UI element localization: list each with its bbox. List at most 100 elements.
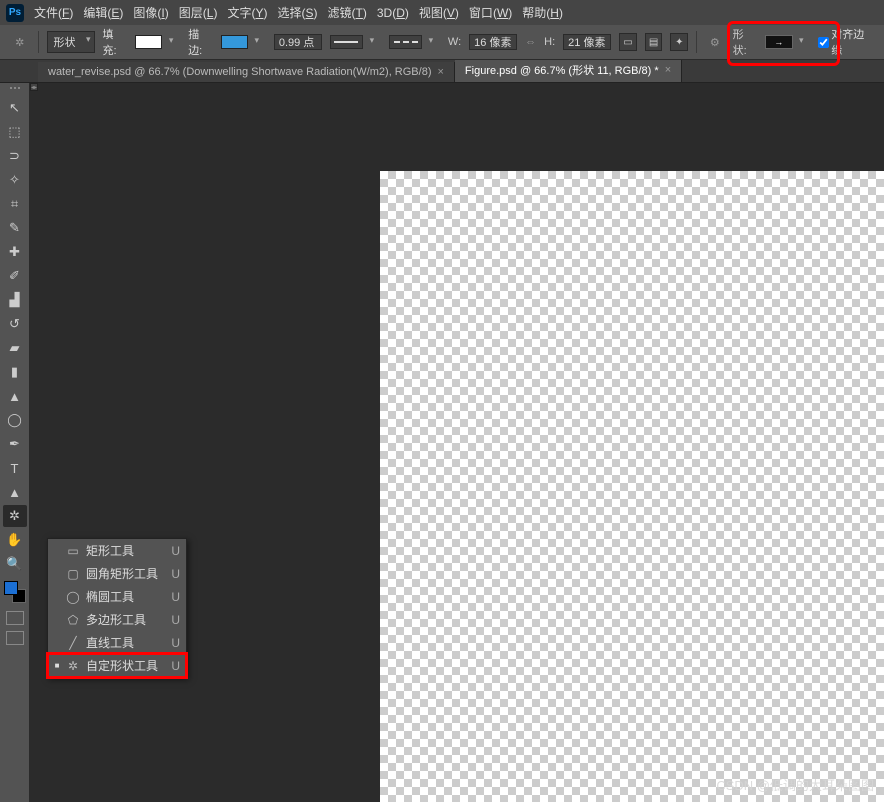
line-icon: ╱ — [66, 636, 80, 650]
stroke-dash-dropdown[interactable] — [389, 35, 422, 49]
color-swatches[interactable] — [4, 581, 26, 603]
flyout-label: 圆角矩形工具 — [86, 565, 165, 582]
tab-close-icon[interactable]: × — [437, 66, 443, 78]
move-tool[interactable]: ↖ — [3, 97, 27, 119]
flyout-shortcut: U — [171, 590, 180, 604]
flyout-label: 椭圆工具 — [86, 588, 165, 605]
custom-shape-icon: ✲ — [66, 659, 80, 673]
quick-mask-toggle[interactable] — [6, 611, 24, 625]
path-align-button[interactable]: ▭ — [619, 33, 637, 51]
menu-file[interactable]: 文件(F) — [34, 4, 73, 21]
polygon-icon: ⬠ — [66, 613, 80, 627]
flyout-custom-shape-tool[interactable]: ■✲ 自定形状工具 U — [48, 654, 186, 677]
flyout-rounded-rectangle-tool[interactable]: ▢ 圆角矩形工具 U — [48, 562, 186, 585]
menu-edit[interactable]: 编辑(E) — [83, 4, 123, 21]
flyout-shortcut: U — [171, 567, 180, 581]
flyout-polygon-tool[interactable]: ⬠ 多边形工具 U — [48, 608, 186, 631]
flyout-rectangle-tool[interactable]: ▭ 矩形工具 U — [48, 539, 186, 562]
tool-mode-dropdown[interactable]: 形状 — [47, 31, 95, 53]
foreground-color[interactable] — [4, 581, 18, 595]
menu-window[interactable]: 窗口(W) — [469, 4, 512, 21]
align-edges-checkbox[interactable]: 对齐边缘 — [818, 26, 874, 58]
zoom-tool[interactable]: 🔍 — [3, 553, 27, 575]
tab-title: water_revise.psd @ 66.7% (Downwelling Sh… — [48, 66, 431, 78]
height-label: H: — [544, 36, 555, 48]
tab-close-icon[interactable]: × — [665, 64, 671, 76]
stroke-label: 描边: — [188, 26, 212, 58]
document-canvas[interactable] — [380, 171, 884, 802]
document-tab-active[interactable]: Figure.psd @ 66.7% (形状 11, RGB/8) * × — [455, 58, 682, 82]
flyout-label: 多边形工具 — [86, 611, 165, 628]
link-wh-icon[interactable]: ⇔ — [525, 36, 536, 48]
document-tab[interactable]: water_revise.psd @ 66.7% (Downwelling Sh… — [38, 62, 455, 82]
fill-label: 填充: — [103, 26, 127, 58]
menu-help[interactable]: 帮助(H) — [522, 4, 563, 21]
workspace: ↖ ⬚ ⊃ ✧ ⌗ ✎ ✚ ✐ ▟ ↺ ▰ ▮ ▲ ◯ ✒ T ▲ ✲ ✋ 🔍 — [0, 83, 884, 802]
tab-title: Figure.psd @ 66.7% (形状 11, RGB/8) * — [465, 62, 659, 78]
shape-picker-label: 形状: — [733, 26, 757, 58]
screen-mode-toggle[interactable] — [6, 631, 24, 645]
ruler-origin: ◂▸ — [30, 83, 38, 91]
lasso-tool[interactable]: ⊃ — [3, 145, 27, 167]
panel-grip[interactable] — [3, 87, 27, 93]
menu-3d[interactable]: 3D(D) — [377, 6, 409, 20]
custom-shape-tool[interactable]: ✲ — [3, 505, 27, 527]
menu-type[interactable]: 文字(Y) — [227, 4, 267, 21]
watermark-text: CSDN @低调的大耳朵图图 — [716, 775, 874, 794]
canvas-area[interactable] — [30, 83, 884, 802]
gear-icon[interactable]: ⚙ — [705, 32, 725, 52]
fill-swatch[interactable] — [135, 35, 162, 49]
gradient-tool[interactable]: ▮ — [3, 361, 27, 383]
ellipse-icon: ◯ — [66, 590, 80, 604]
rounded-rectangle-icon: ▢ — [66, 567, 80, 581]
height-input[interactable] — [563, 34, 611, 50]
app-logo: Ps — [6, 4, 24, 22]
menu-layer[interactable]: 图层(L) — [179, 4, 218, 21]
path-selection-tool[interactable]: ▲ — [3, 481, 27, 503]
flyout-shortcut: U — [171, 544, 180, 558]
path-arrange-button[interactable]: ▤ — [645, 33, 663, 51]
hand-tool[interactable]: ✋ — [3, 529, 27, 551]
healing-brush-tool[interactable]: ✚ — [3, 241, 27, 263]
crop-tool[interactable]: ⌗ — [3, 193, 27, 215]
flyout-shortcut: U — [171, 636, 180, 650]
tool-preset-icon[interactable]: ✲ — [10, 32, 30, 52]
eyedropper-tool[interactable]: ✎ — [3, 217, 27, 239]
options-bar: ✲ 形状 填充: 描边: W: ⇔ H: ▭ ▤ ✦ ⚙ 形状: → 对齐边缘 — [0, 25, 884, 60]
menu-select[interactable]: 选择(S) — [277, 4, 317, 21]
flyout-shortcut: U — [171, 613, 180, 627]
width-input[interactable] — [469, 34, 517, 50]
flyout-ellipse-tool[interactable]: ◯ 椭圆工具 U — [48, 585, 186, 608]
flyout-label: 直线工具 — [86, 634, 165, 651]
rectangle-icon: ▭ — [66, 544, 80, 558]
menu-view[interactable]: 视图(V) — [419, 4, 459, 21]
align-edges-input[interactable] — [818, 37, 829, 48]
align-edges-label: 对齐边缘 — [831, 26, 874, 58]
document-tab-bar: water_revise.psd @ 66.7% (Downwelling Sh… — [0, 60, 884, 83]
dodge-tool[interactable]: ◯ — [3, 409, 27, 431]
brush-tool[interactable]: ✐ — [3, 265, 27, 287]
stroke-swatch[interactable] — [221, 35, 248, 49]
width-label: W: — [448, 36, 461, 48]
type-tool[interactable]: T — [3, 457, 27, 479]
shape-picker[interactable]: → — [765, 35, 792, 49]
blur-tool[interactable]: ▲ — [3, 385, 27, 407]
stroke-width-input[interactable] — [274, 34, 322, 50]
magic-wand-tool[interactable]: ✧ — [3, 169, 27, 191]
menu-filter[interactable]: 滤镜(T) — [328, 4, 367, 21]
history-brush-tool[interactable]: ↺ — [3, 313, 27, 335]
flyout-label: 矩形工具 — [86, 542, 165, 559]
shape-tool-flyout: ▭ 矩形工具 U ▢ 圆角矩形工具 U ◯ 椭圆工具 U ⬠ 多边形工具 U ╱… — [47, 538, 187, 678]
pen-tool[interactable]: ✒ — [3, 433, 27, 455]
menu-bar: Ps 文件(F) 编辑(E) 图像(I) 图层(L) 文字(Y) 选择(S) 滤… — [0, 0, 884, 25]
flyout-line-tool[interactable]: ╱ 直线工具 U — [48, 631, 186, 654]
flyout-shortcut: U — [171, 659, 180, 673]
clone-stamp-tool[interactable]: ▟ — [3, 289, 27, 311]
stroke-style-dropdown[interactable] — [330, 35, 363, 49]
eraser-tool[interactable]: ▰ — [3, 337, 27, 359]
tools-panel: ↖ ⬚ ⊃ ✧ ⌗ ✎ ✚ ✐ ▟ ↺ ▰ ▮ ▲ ◯ ✒ T ▲ ✲ ✋ 🔍 — [0, 83, 30, 802]
marquee-tool[interactable]: ⬚ — [3, 121, 27, 143]
flyout-label: 自定形状工具 — [86, 657, 165, 674]
menu-image[interactable]: 图像(I) — [133, 4, 168, 21]
path-options-button[interactable]: ✦ — [670, 33, 688, 51]
